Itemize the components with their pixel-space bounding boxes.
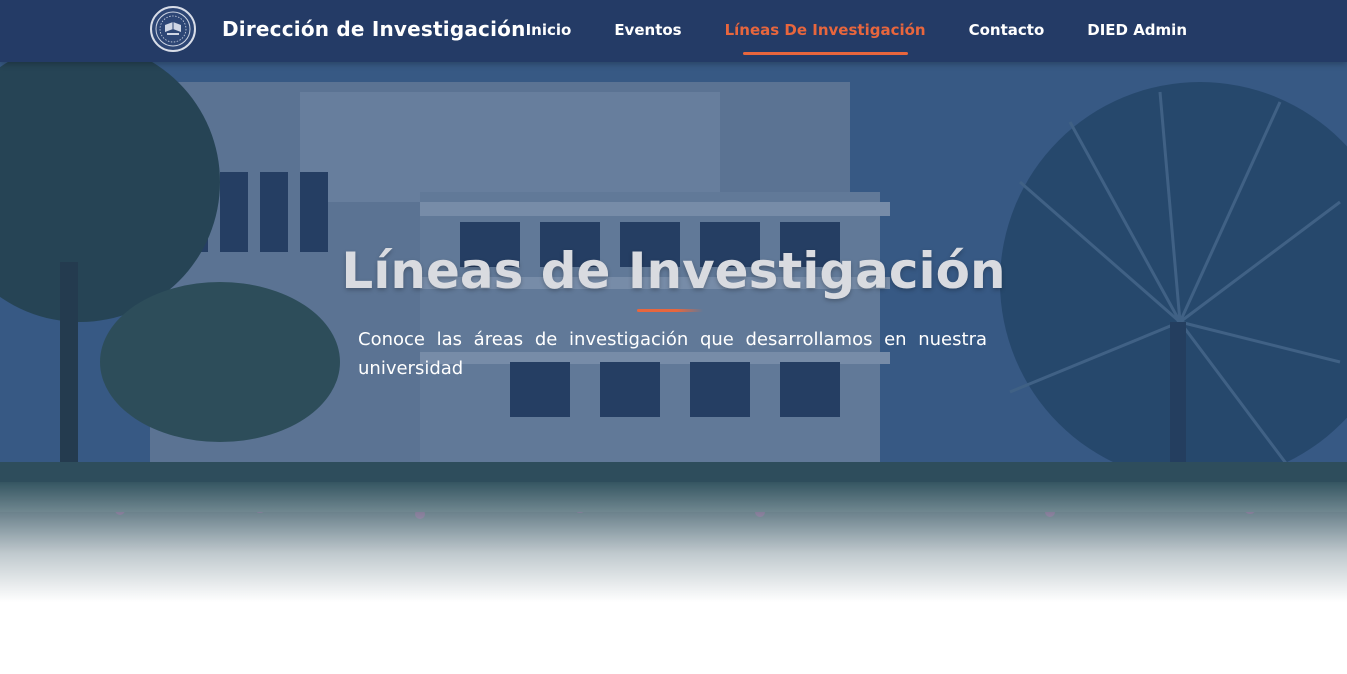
- nav-item-lineas-de-investigacion[interactable]: Líneas De Investigación: [725, 0, 926, 62]
- university-seal-icon[interactable]: [150, 6, 196, 52]
- nav-item-contacto[interactable]: Contacto: [969, 0, 1045, 62]
- nav-item-label: Líneas De Investigación: [724, 21, 926, 39]
- nav-item-inicio[interactable]: Inicio: [526, 0, 572, 62]
- active-nav-underline: [742, 52, 908, 55]
- brand[interactable]: Dirección de Investigación: [150, 6, 526, 52]
- hero-title-divider: [637, 309, 703, 312]
- main-nav: Inicio Eventos Líneas De Investigación C…: [483, 0, 1187, 62]
- nav-item-died-admin[interactable]: DIED Admin: [1087, 0, 1187, 62]
- nav-item-eventos[interactable]: Eventos: [614, 0, 681, 62]
- hero-title: Líneas de Investigación: [341, 242, 1006, 300]
- hero-bottom-fade: [0, 482, 1347, 602]
- brand-title[interactable]: Dirección de Investigación: [222, 17, 526, 41]
- hero-subtitle: Conoce las áreas de investigación que de…: [358, 329, 987, 379]
- top-navbar: Dirección de Investigación Inicio Evento…: [0, 0, 1347, 62]
